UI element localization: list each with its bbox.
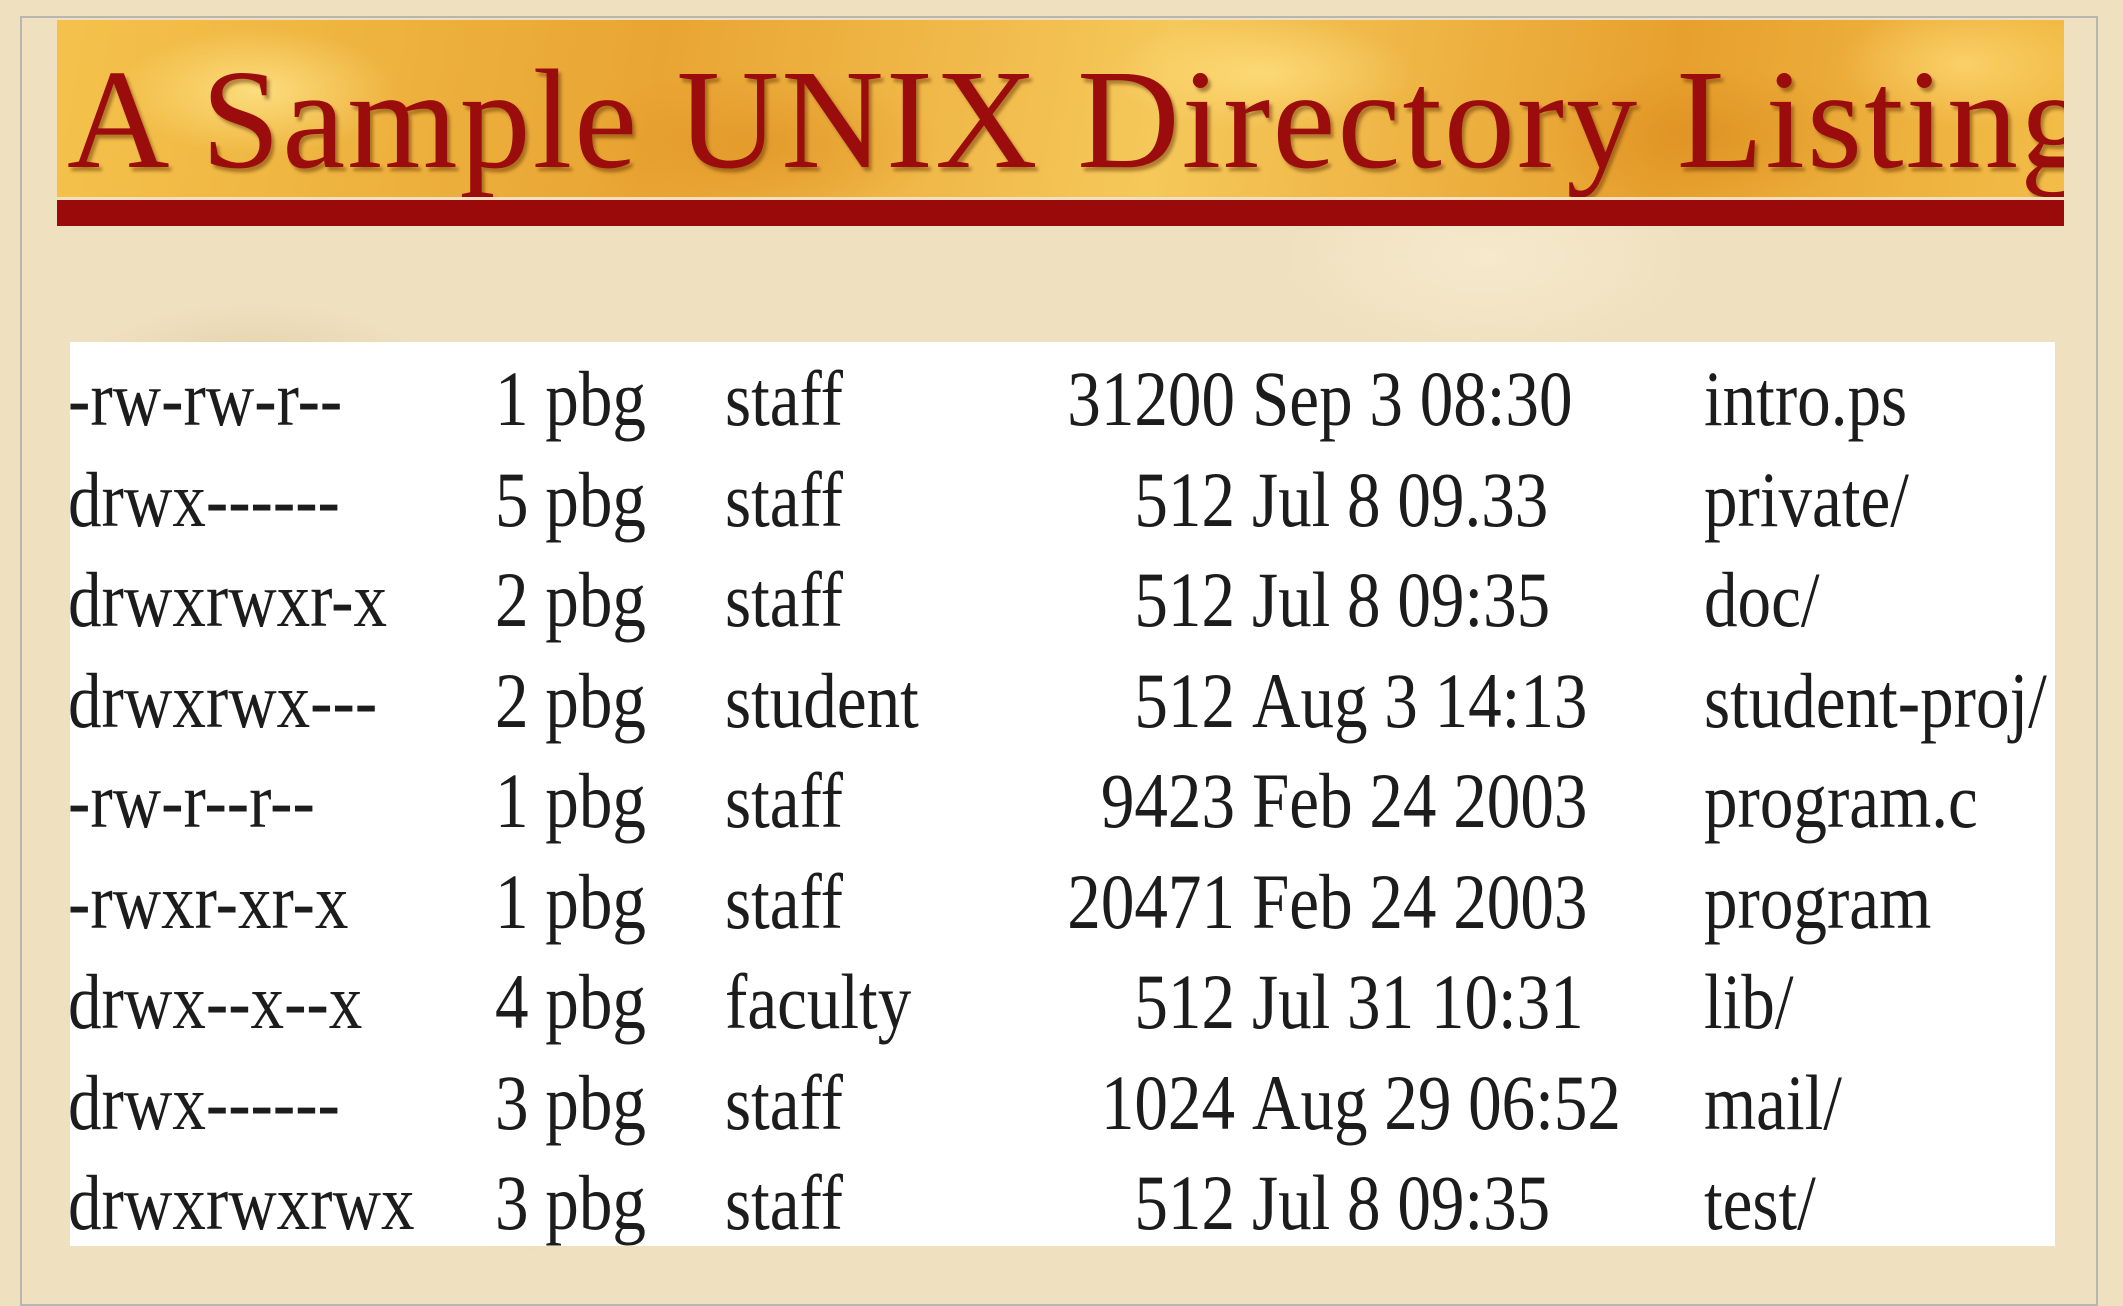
permissions-cell: drwx------ (70, 455, 340, 543)
size-cell: 512 (1134, 958, 1235, 1045)
permissions-cell: drwx--x--x (70, 958, 363, 1045)
filename-cell: student-proj/ (1704, 656, 2047, 744)
slide-title: A Sample UNIX Directory Listing (67, 40, 2064, 197)
permissions-cell: drwxrwx--- (70, 656, 378, 744)
group-cell: faculty (725, 958, 912, 1045)
date-cell: Feb 24 2003 (1252, 857, 1588, 945)
filename-cell: program.c (1704, 757, 1978, 844)
links-owner-cell: 5 pbg (495, 455, 646, 543)
listing-row: drwx------ 3 pbg staff 1024 Aug 29 06:52 mail… (70, 1050, 2055, 1151)
listing-row: -rw-r--r-- 1 pbg staff 9423 Feb 24 2003 progr… (70, 748, 2055, 849)
size-cell: 31200 (1067, 355, 1235, 442)
links-owner-cell: 3 pbg (495, 1058, 646, 1146)
filename-cell: test/ (1704, 1159, 1816, 1246)
date-cell: Jul 8 09.33 (1252, 455, 1549, 543)
size-cell: 512 (1134, 1159, 1235, 1246)
date-cell: Aug 3 14:13 (1252, 656, 1588, 744)
title-banner: A Sample UNIX Directory Listing (57, 20, 2064, 197)
group-cell: staff (725, 355, 843, 442)
filename-cell: program (1704, 857, 1932, 945)
directory-listing: -rw-rw-r-- 1 pbg staff 31200 Sep 3 08:30 intr… (70, 342, 2055, 1246)
listing-row: drwx--x--x 4 pbg faculty 512 Jul 31 10:31 lib… (70, 949, 2055, 1050)
date-cell: Sep 3 08:30 (1252, 355, 1573, 442)
group-cell: staff (725, 1058, 843, 1146)
group-cell: staff (725, 757, 843, 844)
filename-cell: private/ (1704, 455, 1909, 543)
permissions-cell: drwxrwxrwx (70, 1159, 415, 1246)
links-owner-cell: 1 pbg (495, 355, 646, 442)
filename-cell: lib/ (1704, 958, 1794, 1045)
group-cell: staff (725, 1159, 843, 1246)
listing-row: drwxrwx--- 2 pbg student 512 Aug 3 14:13 stud… (70, 648, 2055, 749)
permissions-cell: drwx------ (70, 1058, 340, 1146)
listing-row: drwxrwxr-x 2 pbg staff 512 Jul 8 09:35 doc/ (70, 547, 2055, 648)
date-cell: Jul 8 09:35 (1252, 1159, 1551, 1246)
size-cell: 512 (1134, 455, 1235, 543)
date-cell: Feb 24 2003 (1252, 757, 1588, 844)
date-cell: Aug 29 06:52 (1252, 1058, 1621, 1146)
filename-cell: mail/ (1704, 1058, 1842, 1146)
size-cell: 512 (1134, 656, 1235, 744)
size-cell: 9423 (1100, 757, 1235, 844)
group-cell: staff (725, 556, 843, 643)
listing-row: drwx------ 5 pbg staff 512 Jul 8 09.33 privat… (70, 447, 2055, 548)
links-owner-cell: 1 pbg (495, 857, 646, 945)
permissions-cell: -rw-r--r-- (70, 757, 315, 844)
size-cell: 1024 (1100, 1058, 1235, 1146)
group-cell: student (725, 656, 919, 744)
links-owner-cell: 2 pbg (495, 656, 646, 744)
permissions-cell: -rwxr-xr-x (70, 857, 349, 945)
date-cell: Jul 31 10:31 (1252, 958, 1584, 1045)
group-cell: staff (725, 455, 843, 543)
filename-cell: doc/ (1704, 556, 1820, 643)
permissions-cell: drwxrwxr-x (70, 556, 388, 643)
title-underline-rule (57, 200, 2064, 226)
size-cell: 512 (1134, 556, 1235, 643)
links-owner-cell: 3 pbg (495, 1159, 646, 1246)
permissions-cell: -rw-rw-r-- (70, 355, 343, 442)
listing-row: -rw-rw-r-- 1 pbg staff 31200 Sep 3 08:30 intr… (70, 346, 2055, 447)
listing-row: -rwxr-xr-x 1 pbg staff 20471 Feb 24 2003 prog… (70, 849, 2055, 950)
listing-row: drwxrwxrwx 3 pbg staff 512 Jul 8 09:35 test/ (70, 1150, 2055, 1246)
links-owner-cell: 4 pbg (495, 958, 646, 1045)
links-owner-cell: 1 pbg (495, 757, 646, 844)
date-cell: Jul 8 09:35 (1252, 556, 1551, 643)
filename-cell: intro.ps (1704, 355, 1908, 442)
links-owner-cell: 2 pbg (495, 556, 646, 643)
size-cell: 20471 (1067, 857, 1235, 945)
group-cell: staff (725, 857, 843, 945)
